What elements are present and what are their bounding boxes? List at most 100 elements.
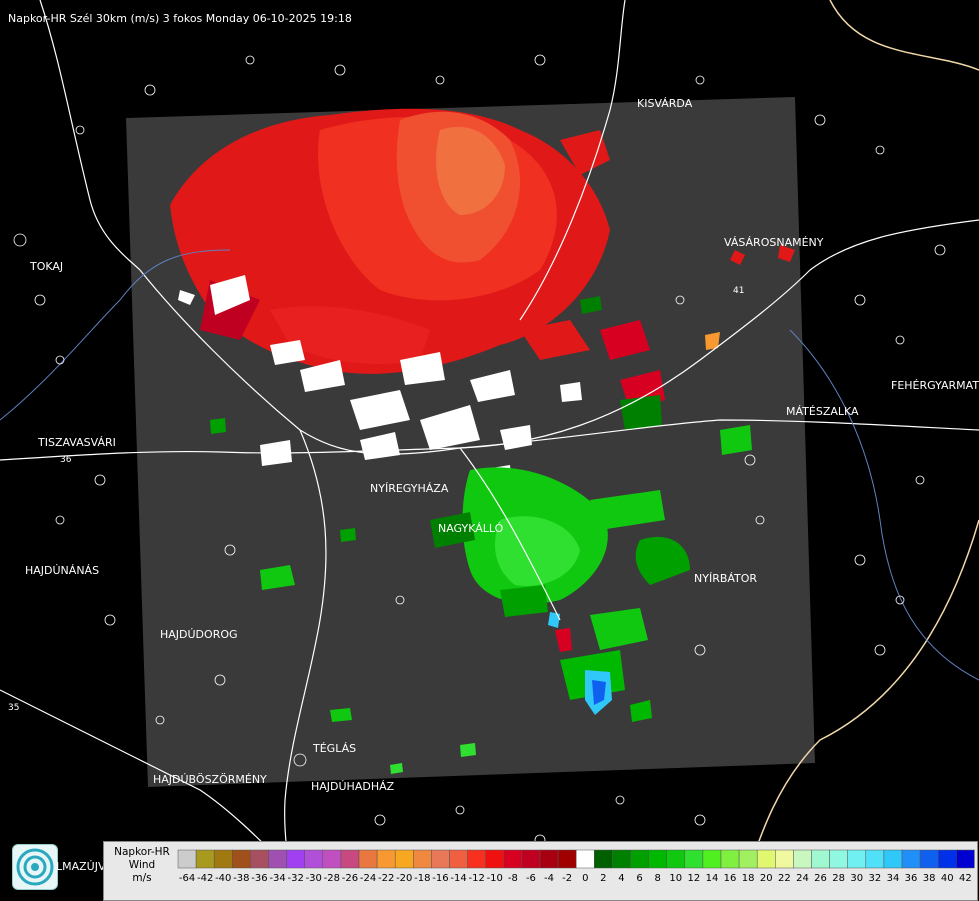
legend-tick-label: 42 bbox=[959, 873, 972, 884]
legend-tick-label: 12 bbox=[687, 873, 700, 884]
legend-swatch bbox=[720, 849, 740, 869]
legend-swatch bbox=[937, 849, 957, 869]
legend-tick-label: -32 bbox=[287, 873, 303, 884]
legend-tick-label: 24 bbox=[796, 873, 809, 884]
legend-tick-label: 2 bbox=[600, 873, 606, 884]
city-label: VÁSÁROSNAMÉNY bbox=[724, 236, 824, 249]
legend-tick-label: -22 bbox=[378, 873, 394, 884]
city-label: NYÍRBÁTOR bbox=[694, 572, 757, 585]
legend-swatch bbox=[956, 849, 975, 869]
legend-swatch bbox=[340, 849, 360, 869]
legend-tick-label: 28 bbox=[832, 873, 845, 884]
legend-swatch bbox=[413, 849, 432, 869]
legend-scale: -64 -42 -40 -38 -36 -34 -32 -30 -28 -26 -24 -22 -20-… bbox=[177, 849, 975, 884]
legend-tick-label: 8 bbox=[654, 873, 660, 884]
legend-tick-label: 26 bbox=[814, 873, 827, 884]
legend-tick-label: -16 bbox=[432, 873, 448, 884]
legend-tick-label: -24 bbox=[360, 873, 376, 884]
legend-tick-label: 18 bbox=[742, 873, 755, 884]
legend-swatch bbox=[177, 849, 197, 869]
legend-swatch bbox=[250, 849, 269, 869]
logo bbox=[12, 844, 58, 890]
map-title: Napkor-HR Szél 30km (m/s) 3 fokos Monday… bbox=[8, 12, 352, 25]
legend-swatch bbox=[756, 849, 776, 869]
road-number: 36 bbox=[60, 455, 72, 465]
legend-swatch bbox=[232, 849, 251, 869]
legend-swatch bbox=[648, 849, 667, 869]
legend-swatch bbox=[286, 849, 305, 869]
legend-tick-label: 30 bbox=[850, 873, 863, 884]
legend-swatch bbox=[376, 849, 396, 869]
legend-tick-label: 16 bbox=[724, 873, 737, 884]
legend-tick-label: -14 bbox=[450, 873, 466, 884]
city-label: HAJDÚDOROG bbox=[160, 628, 238, 641]
legend-swatch bbox=[449, 849, 468, 869]
road-number: 35 bbox=[8, 703, 19, 713]
legend-tick-label: -4 bbox=[544, 873, 554, 884]
legend-tick-label: -2 bbox=[562, 873, 572, 884]
city-label: MÁTÉSZALKA bbox=[786, 405, 859, 418]
legend-swatch bbox=[775, 849, 794, 869]
city-label: TOKAJ bbox=[29, 260, 63, 273]
legend-tick-label: -34 bbox=[269, 873, 285, 884]
legend-swatch bbox=[394, 849, 414, 869]
legend-swatch bbox=[503, 849, 523, 869]
city-label: HAJDÚHADHÁZ bbox=[311, 780, 395, 793]
legend-swatch bbox=[793, 849, 812, 869]
legend-tick-label: 34 bbox=[887, 873, 900, 884]
legend-tick-label: -40 bbox=[215, 873, 231, 884]
legend-tick-label: 32 bbox=[868, 873, 881, 884]
legend-tick-label: -28 bbox=[324, 873, 340, 884]
legend-swatch bbox=[467, 849, 486, 869]
city-label: NYÍREGYHÁZA bbox=[370, 482, 449, 495]
legend-swatch bbox=[702, 849, 722, 869]
radar-map: KISVÁRDA VÁSÁROSNAMÉNY TOKAJ FEHÉRGYARMA… bbox=[0, 0, 979, 900]
legend-tick-label: 36 bbox=[905, 873, 918, 884]
legend-swatch bbox=[557, 849, 577, 869]
legend-tick-label: 6 bbox=[636, 873, 642, 884]
legend-tick-label: -20 bbox=[396, 873, 412, 884]
legend-swatch bbox=[322, 849, 342, 869]
legend-swatch bbox=[901, 849, 921, 869]
legend-swatch bbox=[575, 849, 595, 869]
legend-swatch bbox=[594, 849, 613, 869]
legend-tick-label: 14 bbox=[706, 873, 719, 884]
city-label: KISVÁRDA bbox=[637, 97, 693, 110]
legend-swatch bbox=[539, 849, 559, 869]
legend-tick-label: -12 bbox=[468, 873, 484, 884]
legend-tick-label: 38 bbox=[923, 873, 936, 884]
legend-swatch bbox=[213, 849, 233, 869]
legend-swatch bbox=[358, 849, 378, 869]
legend-swatch bbox=[304, 849, 324, 869]
road-number: 41 bbox=[733, 286, 744, 296]
legend-tick-label: -64 bbox=[179, 873, 195, 884]
legend-tick-label: -18 bbox=[414, 873, 430, 884]
legend-swatch bbox=[268, 849, 287, 869]
legend-swatch bbox=[829, 849, 848, 869]
legend-swatch bbox=[521, 849, 541, 869]
legend-swatch bbox=[738, 849, 758, 869]
legend-swatch bbox=[612, 849, 631, 869]
legend-swatch bbox=[883, 849, 903, 869]
legend-swatch bbox=[811, 849, 830, 869]
legend-tick-label: 0 bbox=[582, 873, 588, 884]
city-label: HAJDÚBÖSZÖRMÉNY bbox=[153, 773, 267, 786]
legend-tick-label: -42 bbox=[197, 873, 213, 884]
legend-swatch bbox=[684, 849, 704, 869]
legend-tick-label: -10 bbox=[487, 873, 503, 884]
legend-swatch bbox=[431, 849, 450, 869]
legend-tick-label: -38 bbox=[233, 873, 249, 884]
city-label: TÉGLÁS bbox=[312, 742, 356, 755]
legend-swatch bbox=[485, 849, 505, 869]
legend-swatch bbox=[195, 849, 215, 869]
legend-tick-label: 10 bbox=[669, 873, 682, 884]
legend-swatch bbox=[666, 849, 686, 869]
legend-tick-label: -36 bbox=[251, 873, 267, 884]
legend-tick-label: -6 bbox=[526, 873, 536, 884]
legend-swatch bbox=[865, 849, 885, 869]
legend-tick-label: -30 bbox=[306, 873, 322, 884]
legend-tick-label: 22 bbox=[778, 873, 791, 884]
legend-tick-label: 20 bbox=[760, 873, 773, 884]
legend-tick-label: 4 bbox=[618, 873, 624, 884]
city-label: FEHÉRGYARMAT bbox=[891, 379, 979, 392]
